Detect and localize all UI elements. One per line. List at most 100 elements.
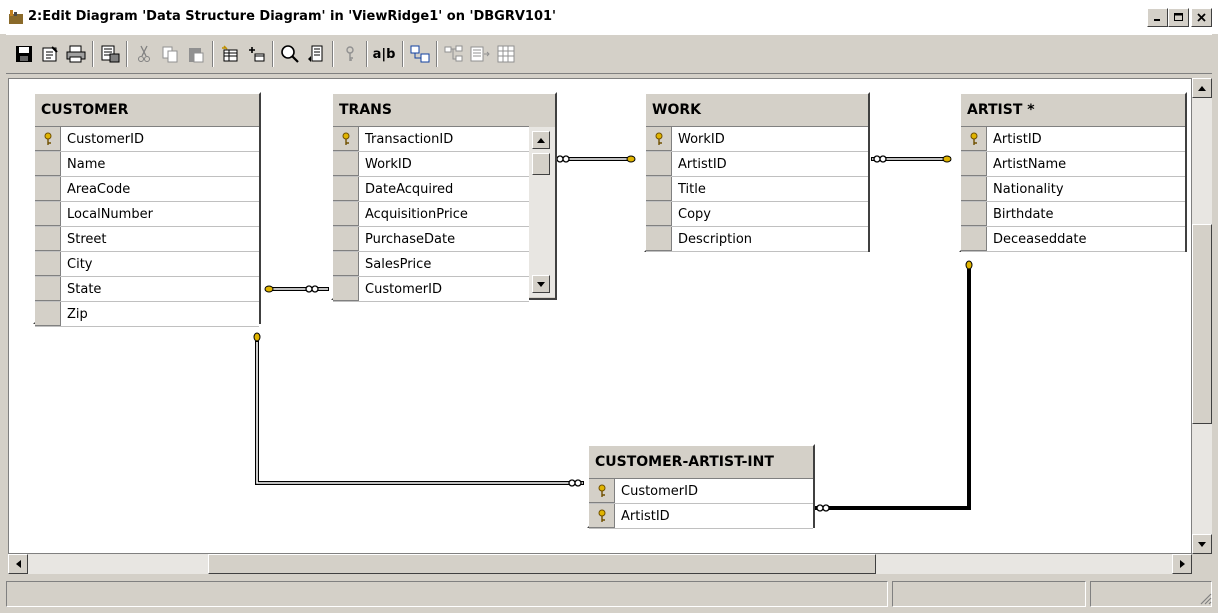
scroll-up-button[interactable] <box>532 131 550 149</box>
layout-button[interactable] <box>304 42 328 66</box>
column-row[interactable]: Title <box>646 177 868 202</box>
page-breaks-button[interactable] <box>494 42 518 66</box>
one-end-icon <box>942 155 952 163</box>
column-row[interactable]: PurchaseDate <box>333 227 529 252</box>
maximize-button[interactable] <box>1168 8 1189 27</box>
table-view-button[interactable] <box>408 42 432 66</box>
table-title: ARTIST * <box>967 102 1035 118</box>
scroll-right-button[interactable] <box>1172 554 1192 574</box>
table-title: TRANS <box>339 102 392 118</box>
column-list: ArtistID ArtistName Nationality Birthdat… <box>961 126 1185 252</box>
table-view-icon <box>410 45 430 63</box>
text-annotation-icon: a|b <box>372 46 396 62</box>
table-title: CUSTOMER <box>41 102 129 118</box>
paste-button[interactable] <box>184 42 208 66</box>
many-end-icon <box>816 504 830 512</box>
column-row[interactable]: AcquisitionPrice <box>333 202 529 227</box>
column-row[interactable]: ArtistID <box>589 504 813 529</box>
column-row[interactable]: ArtistID <box>646 152 868 177</box>
diagram-canvas[interactable]: CUSTOMER CustomerID Name AreaCode LocalN… <box>8 78 1192 554</box>
add-table-button[interactable] <box>244 42 268 66</box>
scroll-up-button[interactable] <box>1192 78 1212 98</box>
save-button[interactable] <box>12 42 36 66</box>
many-end-icon <box>568 479 582 487</box>
column-row[interactable]: WorkID <box>646 127 868 152</box>
column-row[interactable]: Birthdate <box>961 202 1185 227</box>
column-row[interactable]: CustomerID <box>333 277 529 302</box>
scroll-down-button[interactable] <box>532 275 550 293</box>
copy-button[interactable] <box>158 42 182 66</box>
generate-script-icon <box>101 45 120 63</box>
relationship-artist-cai <box>815 260 973 512</box>
column-row[interactable]: Description <box>646 227 868 252</box>
column-row[interactable]: LocalNumber <box>35 202 259 227</box>
column-list: CustomerID ArtistID <box>589 478 813 529</box>
new-table-icon <box>222 45 238 62</box>
scroll-thumb[interactable] <box>208 554 876 574</box>
column-row[interactable]: TransactionID <box>333 127 529 152</box>
primary-key-icon <box>646 127 672 151</box>
primary-key-icon <box>35 127 61 151</box>
table-artist[interactable]: ARTIST * ArtistID ArtistName Nationality… <box>959 92 1187 252</box>
resize-grip-icon[interactable] <box>1198 591 1212 605</box>
arrange-tables-button[interactable] <box>442 42 466 66</box>
table-scrollbar[interactable] <box>529 127 555 297</box>
table-customer[interactable]: CUSTOMER CustomerID Name AreaCode LocalN… <box>33 92 261 327</box>
table-work[interactable]: WORK WorkID ArtistID Title Copy Descript… <box>644 92 870 252</box>
scroll-thumb[interactable] <box>532 153 550 175</box>
table-trans[interactable]: TRANS TransactionID WorkID DateAcquired … <box>331 92 557 302</box>
properties-button[interactable] <box>38 42 62 66</box>
close-button[interactable] <box>1191 8 1212 27</box>
column-row[interactable]: State <box>35 277 259 302</box>
arrange-tables-icon <box>444 45 463 62</box>
column-row[interactable]: Zip <box>35 302 259 327</box>
generate-script-button[interactable] <box>98 42 122 66</box>
column-list: CustomerID Name AreaCode LocalNumber Str… <box>35 126 259 327</box>
minimize-button[interactable] <box>1147 8 1168 27</box>
arrow-down-icon <box>537 281 545 287</box>
column-list: TransactionID WorkID DateAcquired Acquis… <box>333 126 529 302</box>
column-row[interactable]: Name <box>35 152 259 177</box>
table-customer-artist-int[interactable]: CUSTOMER-ARTIST-INT CustomerID ArtistID <box>587 444 815 529</box>
primary-key-icon <box>346 46 354 61</box>
zoom-button[interactable] <box>278 42 302 66</box>
maximize-icon <box>1173 13 1183 21</box>
status-bar <box>6 579 1212 609</box>
text-annotation-button[interactable]: a|b <box>372 42 396 66</box>
horizontal-scrollbar[interactable] <box>8 554 1192 574</box>
status-pane <box>6 581 888 607</box>
arrow-up-icon <box>1198 85 1206 91</box>
column-row[interactable]: WorkID <box>333 152 529 177</box>
column-row[interactable]: CustomerID <box>589 479 813 504</box>
vertical-scrollbar[interactable] <box>1192 78 1212 554</box>
primary-key-button[interactable] <box>338 42 362 66</box>
column-row[interactable]: CustomerID <box>35 127 259 152</box>
layout-icon <box>308 45 323 62</box>
primary-key-icon <box>333 127 359 151</box>
autosize-button[interactable] <box>468 42 492 66</box>
scroll-down-button[interactable] <box>1192 534 1212 554</box>
title-bar[interactable]: 2:Edit Diagram 'Data Structure Diagram' … <box>0 0 1218 34</box>
status-pane <box>1090 581 1212 607</box>
scroll-thumb[interactable] <box>1192 224 1212 424</box>
column-row[interactable]: DateAcquired <box>333 177 529 202</box>
column-row[interactable]: SalesPrice <box>333 252 529 277</box>
column-row[interactable]: Deceaseddate <box>961 227 1185 252</box>
one-end-icon <box>965 260 973 270</box>
close-icon <box>1197 13 1206 22</box>
cut-button[interactable] <box>132 42 156 66</box>
arrow-down-icon <box>1198 541 1206 547</box>
column-row[interactable]: Nationality <box>961 177 1185 202</box>
scroll-left-button[interactable] <box>8 554 28 574</box>
new-table-button[interactable] <box>218 42 242 66</box>
table-title: WORK <box>652 102 701 118</box>
column-row[interactable]: Copy <box>646 202 868 227</box>
column-row[interactable]: ArtistID <box>961 127 1185 152</box>
column-row[interactable]: City <box>35 252 259 277</box>
column-row[interactable]: Street <box>35 227 259 252</box>
column-row[interactable]: AreaCode <box>35 177 259 202</box>
column-row[interactable]: ArtistName <box>961 152 1185 177</box>
print-button[interactable] <box>64 42 88 66</box>
page-breaks-icon <box>497 45 515 63</box>
window-title: 2:Edit Diagram 'Data Structure Diagram' … <box>28 9 557 24</box>
